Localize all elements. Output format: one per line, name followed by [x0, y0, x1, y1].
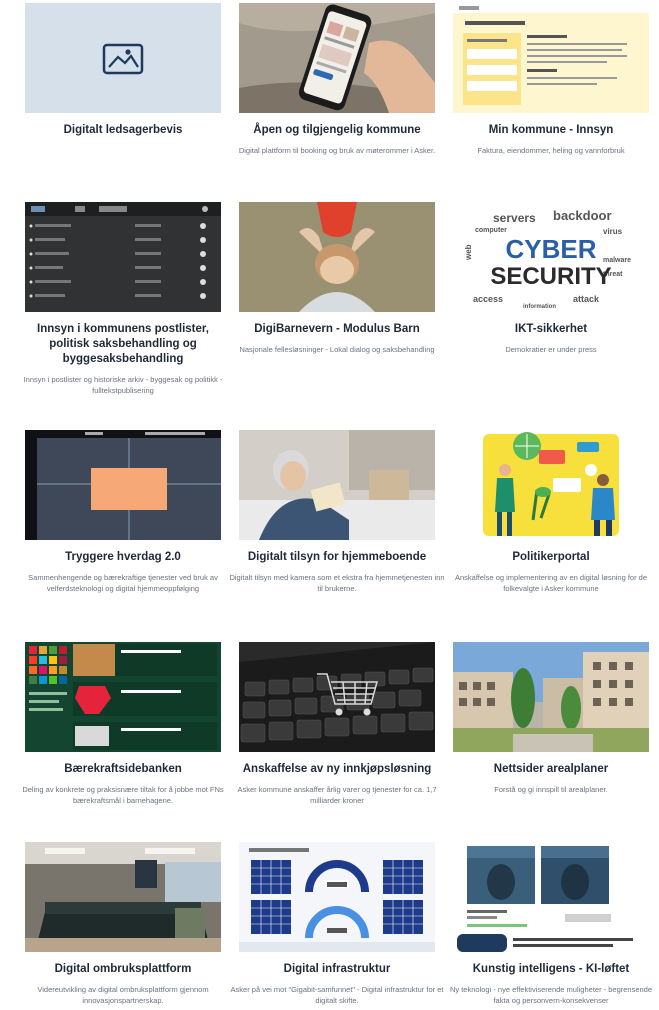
card-title[interactable]: Min kommune - Innsyn — [447, 123, 655, 138]
card-image[interactable] — [239, 842, 435, 952]
card-title[interactable]: Nettsider arealplaner — [447, 762, 655, 777]
card-image[interactable] — [453, 3, 649, 113]
card-title[interactable]: IKT-sikkerhet — [447, 322, 655, 337]
card-image[interactable] — [25, 842, 221, 952]
card-title[interactable]: Anskaffelse av ny innkjøpsløsning — [233, 762, 441, 777]
card-image[interactable]: servers backdoor computer virus web acce… — [453, 202, 649, 312]
svg-text:web: web — [464, 244, 473, 261]
card-description: Innsyn i postlister og historiske arkiv … — [23, 375, 223, 395]
card-description: Forstå og gi innspill til arealplaner. — [494, 785, 608, 794]
card-title[interactable]: DigiBarnevern - Modulus Barn — [233, 322, 441, 337]
svg-text:virus: virus — [603, 227, 623, 236]
svg-text:attack: attack — [573, 294, 600, 304]
card-image[interactable] — [25, 642, 221, 752]
card-title[interactable]: Bærekraftsidebanken — [19, 762, 227, 777]
card-title[interactable]: Digitalt tilsyn for hjemmeboende — [233, 550, 441, 565]
card-description: Deling av konkrete og praksisnære tiltak… — [22, 785, 224, 805]
card-description: Demokratier er under press — [505, 345, 597, 354]
card-image[interactable] — [239, 642, 435, 752]
card-title[interactable]: Åpen og tilgjengelig kommune — [233, 123, 441, 138]
card-image[interactable] — [239, 3, 435, 113]
svg-text:access: access — [473, 294, 503, 304]
card-description: Videreutvikling av digital ombruksplattf… — [37, 985, 209, 1005]
svg-text:computer: computer — [475, 227, 507, 234]
card-description: Digital plattform til booking og bruk av… — [238, 146, 436, 155]
card-description: Anskaffelse og implementering av en digi… — [454, 573, 648, 593]
card-title[interactable]: Tryggere hverdag 2.0 — [19, 550, 227, 565]
card-image[interactable] — [453, 642, 649, 752]
security-text: SECURITY — [490, 263, 611, 290]
svg-text:backdoor: backdoor — [553, 208, 612, 223]
card-title[interactable]: Digital infrastruktur — [233, 962, 441, 977]
card-description: Sammenhengende og bærekraftige tjenester… — [28, 573, 218, 593]
card-description: Nasjonale fellesløsninger - Lokal dialog… — [239, 345, 435, 354]
card-description: Faktura, eiendommer, heling og vannforbr… — [477, 146, 625, 155]
svg-text:servers: servers — [493, 211, 536, 225]
card-image[interactable] — [239, 202, 435, 312]
card-title[interactable]: Digitalt ledsagerbevis — [19, 123, 227, 138]
card-image[interactable] — [453, 842, 649, 952]
card-description: Asker på vei mot "Gigabit-samfunnet" - D… — [230, 985, 444, 1005]
card-image[interactable] — [25, 202, 221, 312]
cyber-text: CYBER — [505, 234, 596, 264]
card-title[interactable]: Politikerportal — [447, 550, 655, 565]
card-image[interactable] — [25, 430, 221, 540]
card-image[interactable] — [25, 3, 221, 113]
card-description: Digitalt tilsyn med kamera som et ekstra… — [229, 573, 445, 593]
card-description: Ny teknologi - nye effektiviserende muli… — [449, 985, 653, 1005]
card-image[interactable] — [453, 430, 649, 540]
card-title[interactable]: Digital ombruksplattform — [19, 962, 227, 977]
project-grid: Digitalt ledsagerbevis Åpen og tilgjenge… — [0, 0, 659, 1010]
card-image[interactable] — [239, 430, 435, 540]
card-description: Asker kommune anskaffer årlig varer og t… — [237, 785, 437, 805]
card-title[interactable]: Innsyn i kommunens postlister, politisk … — [19, 322, 227, 367]
svg-text:information: information — [523, 304, 556, 310]
card-title[interactable]: Kunstig intelligens - KI-løftet — [447, 962, 655, 977]
image-placeholder-icon — [102, 43, 144, 75]
